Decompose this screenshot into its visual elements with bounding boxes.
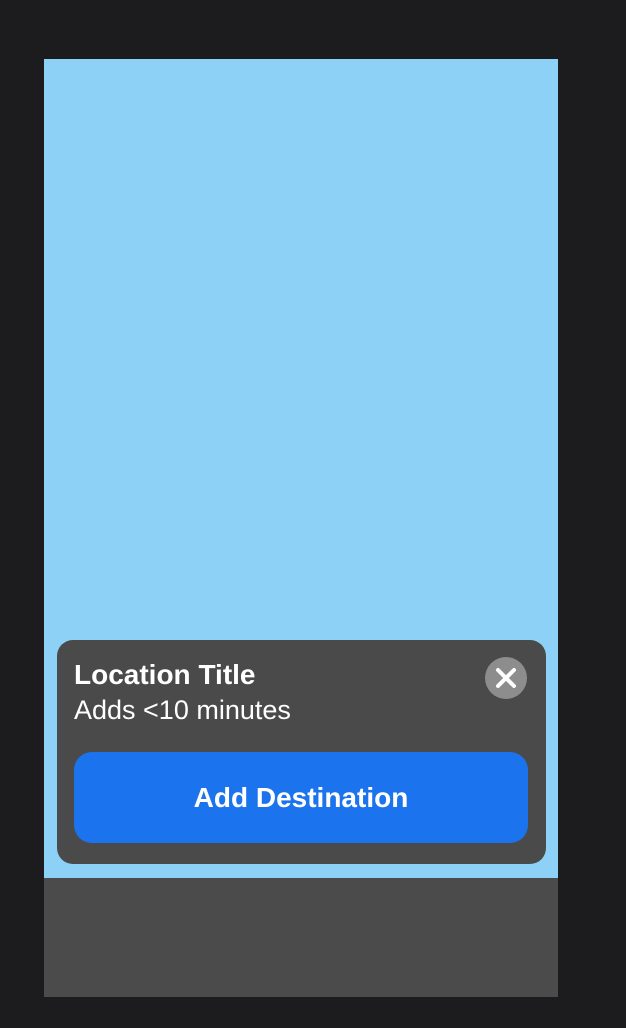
bottom-bar	[44, 878, 558, 997]
close-icon	[496, 668, 516, 688]
close-button[interactable]	[485, 657, 527, 699]
location-card: Location Title Adds <10 minutes Add Dest…	[57, 640, 546, 864]
location-title: Location Title	[74, 659, 256, 690]
add-destination-button[interactable]: Add Destination	[74, 752, 528, 843]
travel-time-subtitle: Adds <10 minutes	[74, 695, 291, 725]
